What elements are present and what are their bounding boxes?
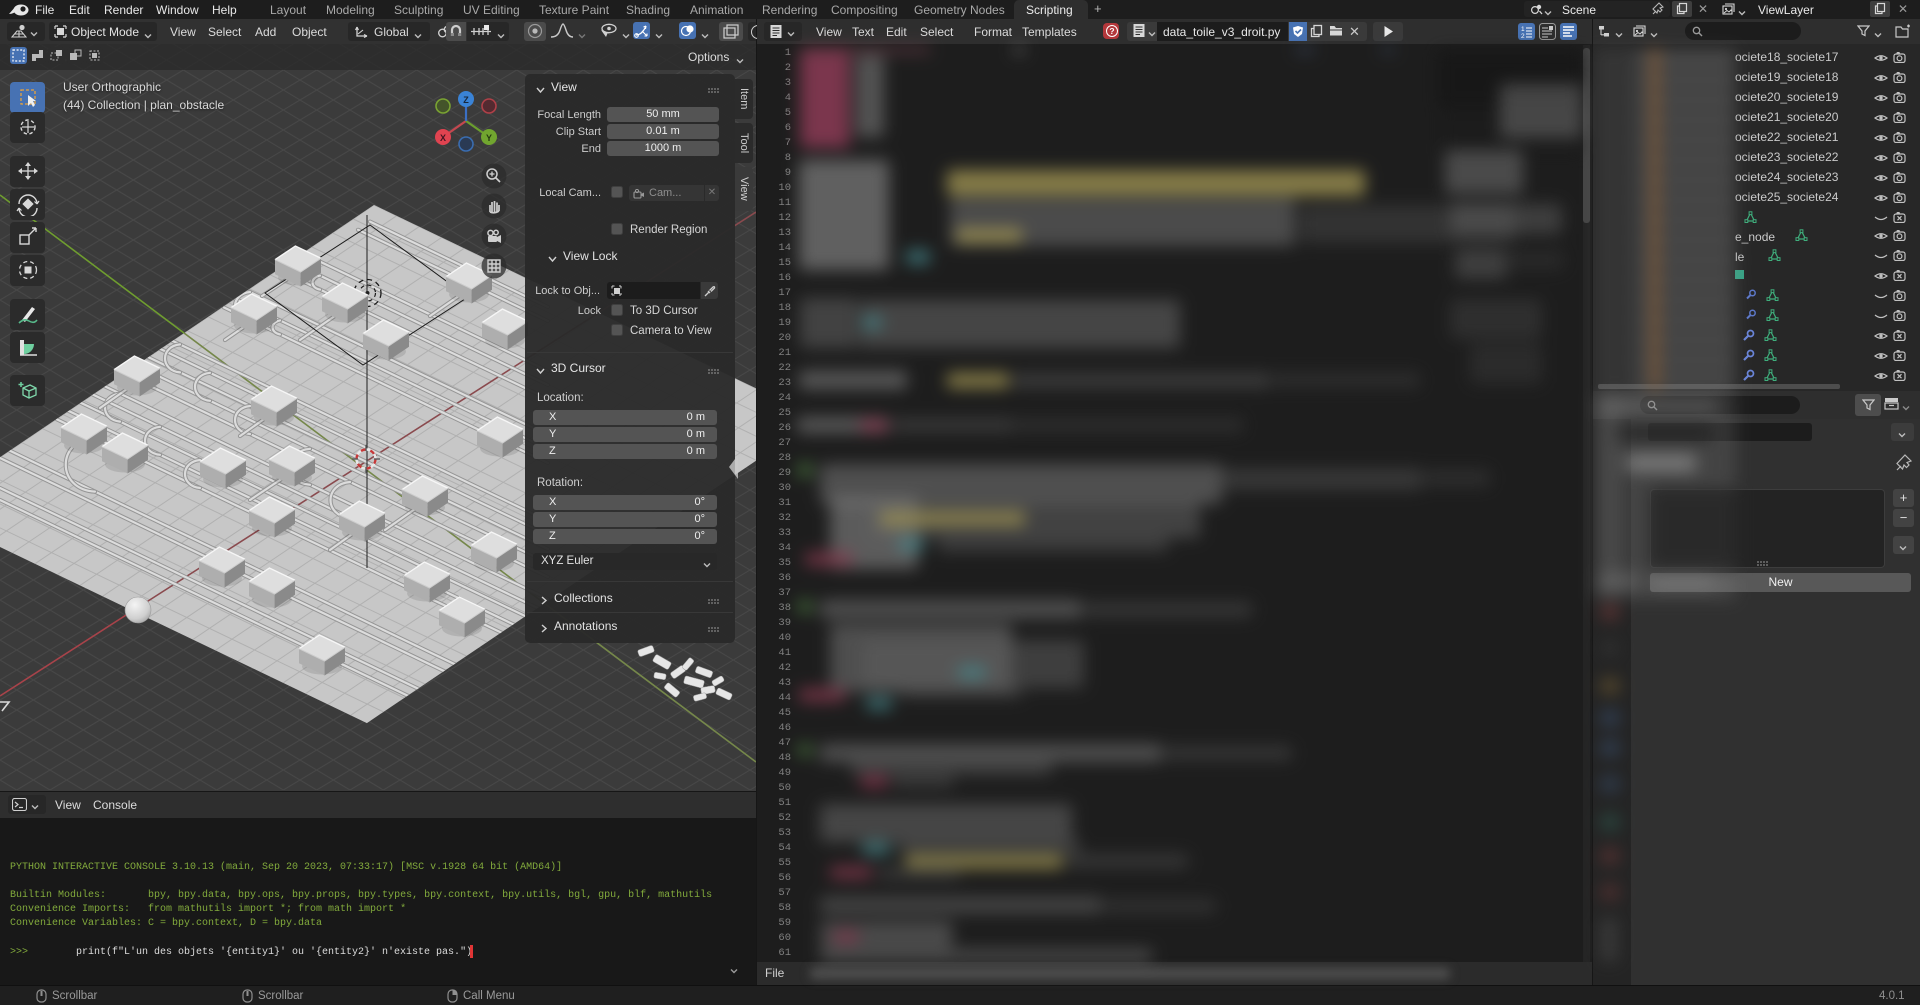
svg-text:1: 1 xyxy=(1521,26,1525,33)
svg-text:Y: Y xyxy=(486,133,492,143)
svg-text:2: 2 xyxy=(1521,33,1525,40)
svg-text:Z: Z xyxy=(463,95,469,105)
svg-text:X: X xyxy=(440,133,446,143)
